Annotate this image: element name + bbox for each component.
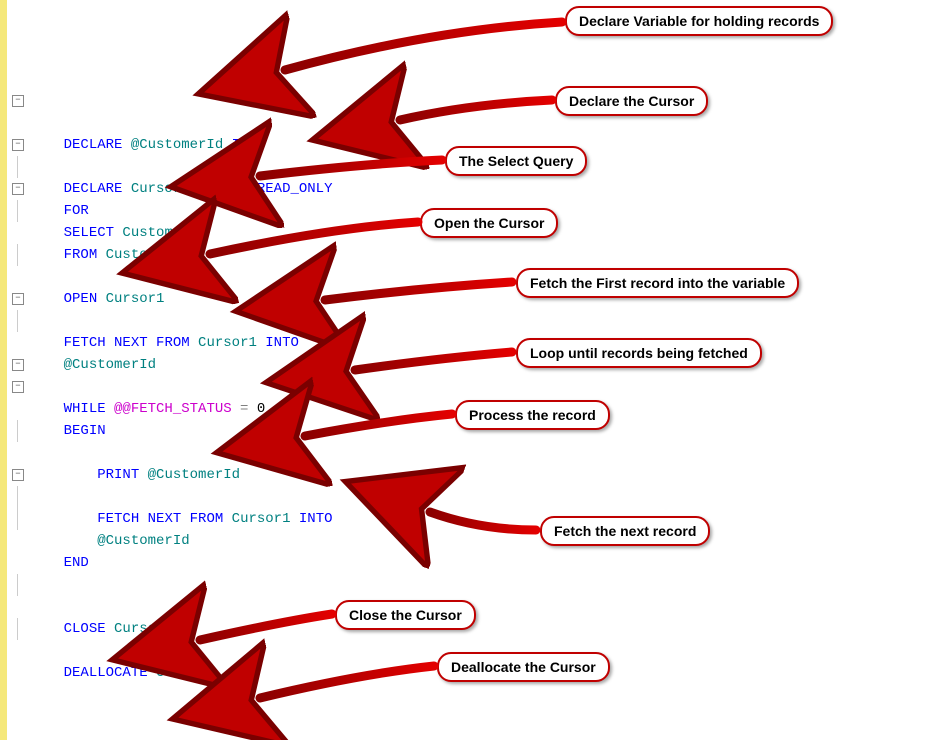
annotation-select-query: The Select Query bbox=[445, 146, 587, 176]
modified-gutter bbox=[0, 0, 7, 740]
code-line: − BEGIN bbox=[30, 376, 930, 398]
annotation-deallocate: Deallocate the Cursor bbox=[437, 652, 610, 682]
code-editor: − DECLARE @CustomerId INT − DECLARE Curs… bbox=[30, 0, 930, 640]
annotation-declare-cursor: Declare the Cursor bbox=[555, 86, 708, 116]
fold-toggle-icon[interactable]: − bbox=[12, 95, 24, 107]
code-line bbox=[30, 530, 930, 552]
code-line: − WHILE @@FETCH_STATUS = 0 bbox=[30, 354, 930, 376]
code-line bbox=[30, 596, 930, 618]
fold-toggle-icon[interactable]: − bbox=[12, 293, 24, 305]
code-line: − SELECT CustomerId bbox=[30, 178, 930, 200]
annotation-close: Close the Cursor bbox=[335, 600, 476, 630]
code-line bbox=[30, 112, 930, 134]
annotation-loop: Loop until records being fetched bbox=[516, 338, 762, 368]
code-line bbox=[30, 552, 930, 574]
code-line bbox=[30, 48, 930, 70]
code-line: @CustomerId bbox=[30, 486, 930, 508]
code-line: END bbox=[30, 508, 930, 530]
annotation-open-cursor: Open the Cursor bbox=[420, 208, 558, 238]
fold-toggle-icon[interactable]: − bbox=[12, 469, 24, 481]
code-line: @CustomerId bbox=[30, 310, 930, 332]
code-line: − FETCH NEXT FROM Cursor1 INTO bbox=[30, 464, 930, 486]
code-line bbox=[30, 332, 930, 354]
code-line: CLOSE Cursor1 bbox=[30, 574, 930, 596]
fold-toggle-icon[interactable]: − bbox=[12, 183, 24, 195]
annotation-fetch-first: Fetch the First record into the variable bbox=[516, 268, 799, 298]
code-line: − DECLARE @CustomerId INT bbox=[30, 90, 930, 112]
code-line: OPEN Cursor1 bbox=[30, 244, 930, 266]
fold-toggle-icon[interactable]: − bbox=[12, 381, 24, 393]
code-line bbox=[30, 442, 930, 464]
code-line: DEALLOCATE Cursor1 bbox=[30, 618, 930, 640]
fold-toggle-icon[interactable]: − bbox=[12, 359, 24, 371]
fold-toggle-icon[interactable]: − bbox=[12, 139, 24, 151]
annotation-fetch-next: Fetch the next record bbox=[540, 516, 710, 546]
annotation-process: Process the record bbox=[455, 400, 610, 430]
annotation-declare-var: Declare Variable for holding records bbox=[565, 6, 833, 36]
